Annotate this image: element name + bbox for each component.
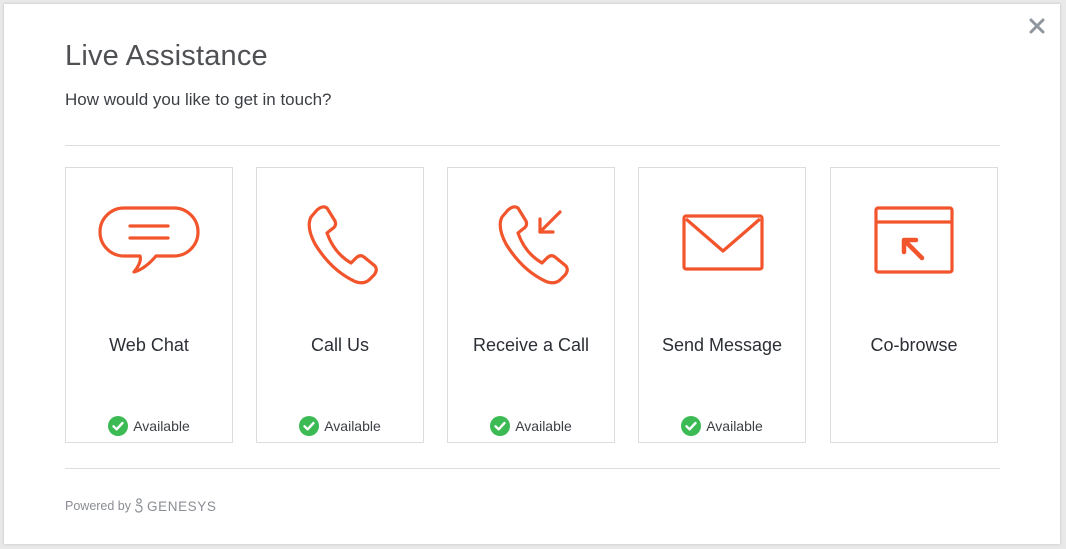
check-circle-icon	[490, 416, 511, 436]
option-card-receive-a-call[interactable]: Receive a Call Available	[447, 167, 615, 443]
status-text: Available	[324, 418, 381, 434]
chat-bubble-icon	[98, 206, 200, 274]
bottom-divider	[65, 468, 1000, 469]
option-label: Web Chat	[109, 335, 189, 355]
powered-by-footer: Powered by GENESYS	[65, 498, 217, 514]
powered-by-text: Powered by	[65, 499, 132, 513]
option-card-call-us[interactable]: Call Us Available	[256, 167, 424, 443]
top-divider	[65, 145, 1000, 146]
availability-status: Available	[257, 416, 423, 436]
status-text: Available	[515, 418, 572, 434]
genesys-logo-icon	[135, 498, 143, 513]
status-text: Available	[133, 418, 190, 434]
status-text: Available	[706, 418, 763, 434]
option-label: Co-browse	[870, 335, 958, 355]
close-icon[interactable]	[1029, 18, 1045, 34]
option-card-send-message[interactable]: Send Message Available	[638, 167, 806, 443]
check-circle-icon	[299, 416, 320, 436]
option-card-web-chat[interactable]: Web Chat Available	[65, 167, 233, 443]
phone-incoming-icon	[498, 205, 569, 285]
dialog-subtitle: How would you like to get in touch?	[65, 90, 332, 109]
option-label: Call Us	[310, 335, 369, 355]
availability-status: Available	[66, 416, 232, 436]
check-circle-icon	[681, 416, 702, 436]
option-card-co-browse[interactable]: Co-browse	[830, 167, 998, 443]
envelope-icon	[682, 214, 764, 271]
availability-status: Available	[448, 416, 614, 436]
live-assistance-dialog: Live Assistance How would you like to ge…	[4, 4, 1060, 544]
co-browse-icon	[874, 206, 954, 274]
option-label: Receive a Call	[472, 335, 590, 355]
brand-name: GENESYS	[147, 498, 217, 514]
option-label: Send Message	[661, 335, 783, 355]
check-circle-icon	[108, 416, 129, 436]
dialog-title: Live Assistance	[65, 40, 268, 72]
availability-status: Available	[639, 416, 805, 436]
phone-icon	[307, 205, 378, 285]
